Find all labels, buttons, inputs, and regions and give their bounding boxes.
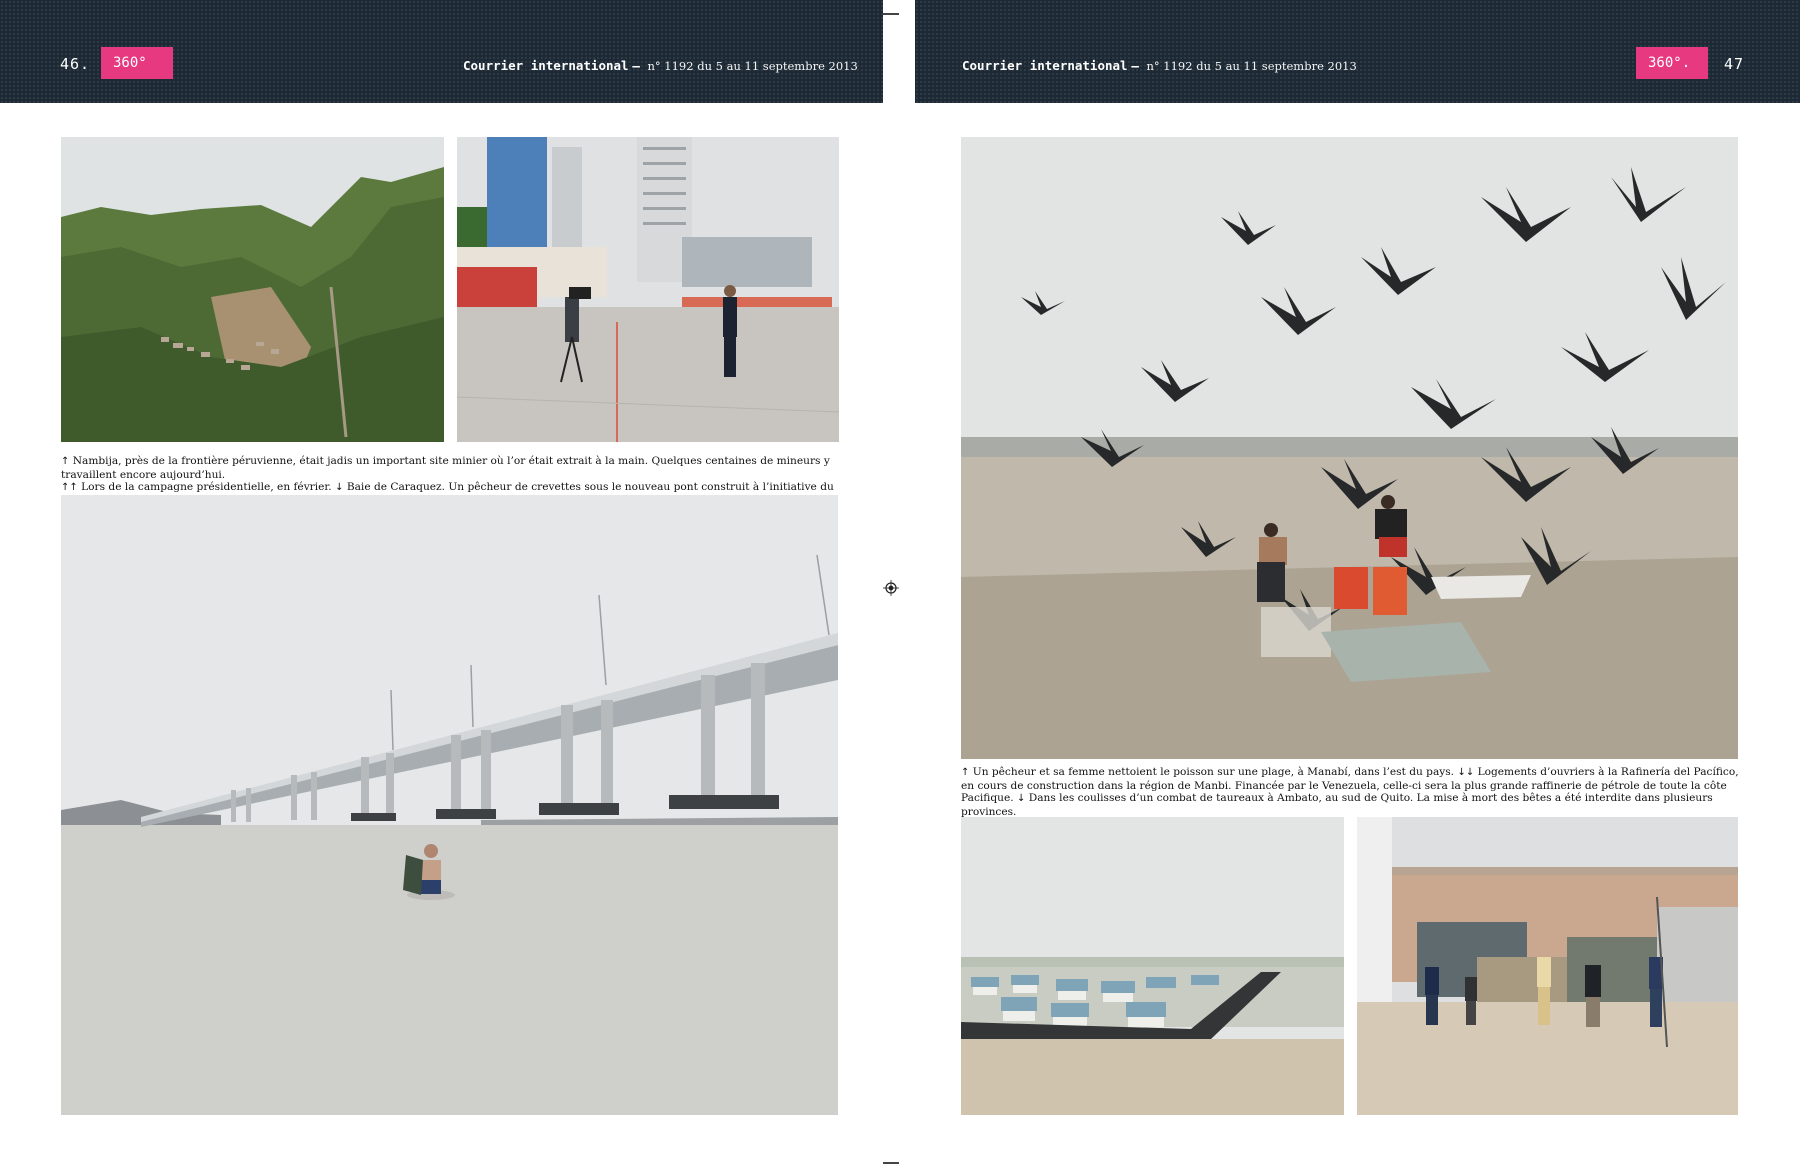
magazine-spread: 46. 360° Courrier international – n° 119… [0, 0, 1800, 1166]
left-page-number: 46. [60, 55, 91, 73]
right-masthead-title: Courrier international [962, 58, 1128, 73]
registration-mark-icon [883, 580, 899, 596]
left-caption-line1: Nambija, près de la frontière péruvienne… [61, 455, 830, 481]
crop-mark-bottom [883, 1162, 899, 1164]
right-caption: ↑ Un pêcheur et sa femme nettoient le po… [961, 766, 1739, 818]
right-masthead-issue: n° 1192 du 5 au 11 septembre 2013 [1146, 59, 1357, 73]
photo-bullfight-backstage [1357, 817, 1738, 1115]
photo-bridge-shrimp-fisherman [61, 495, 838, 1115]
right-masthead: Courrier international – n° 1192 du 5 au… [962, 58, 1357, 73]
right-section-tag: 360°. [1636, 47, 1708, 79]
left-masthead: Courrier international – n° 1192 du 5 au… [463, 58, 858, 73]
right-caption-part3: Dans les coulisses d’un combat de taurea… [961, 792, 1713, 818]
left-section-tag: 360° [101, 47, 173, 79]
left-caption-line2: Lors de la campagne présidentielle, en f… [81, 481, 332, 494]
photo-refinery-worker-housing [961, 817, 1344, 1115]
photo-campaign-tv-interview [457, 137, 839, 442]
left-masthead-title: Courrier international [463, 58, 629, 73]
crop-mark-top [883, 13, 899, 15]
photo-beach-birds-fishermen [961, 137, 1738, 759]
right-caption-part1: Un pêcheur et sa femme nettoient le pois… [972, 766, 1455, 778]
right-page-number: 47 [1724, 55, 1745, 73]
left-masthead-issue: n° 1192 du 5 au 11 septembre 2013 [647, 59, 858, 73]
photo-nambija-mountain-village [61, 137, 444, 442]
